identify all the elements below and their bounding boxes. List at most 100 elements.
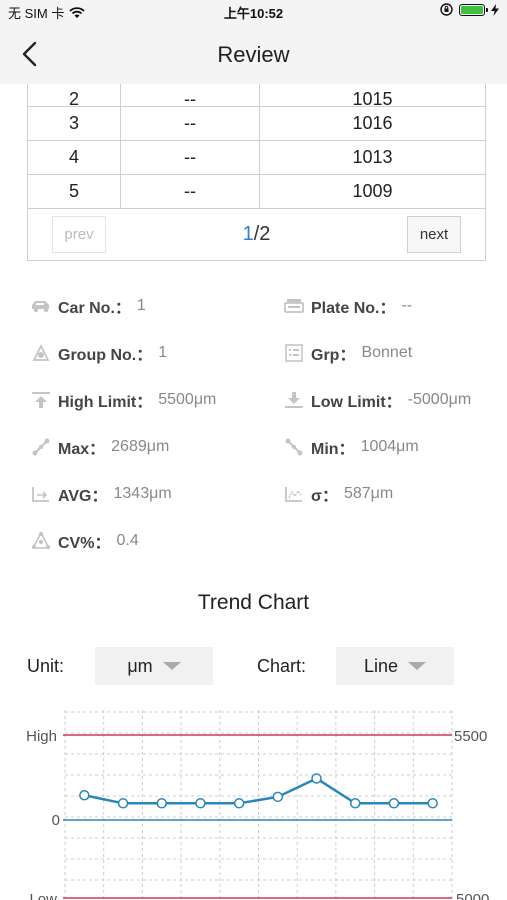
data-point <box>156 798 167 809</box>
plate-icon <box>284 299 304 313</box>
table-cell-plate: -- <box>120 84 260 107</box>
battery-icon <box>459 3 488 16</box>
max-label: Max： <box>58 441 106 458</box>
sigma-icon <box>285 487 302 502</box>
table-cell-value: 1015 <box>259 84 486 107</box>
chevron-down-icon <box>162 662 181 670</box>
info-cv: CV%： 0.4 <box>30 529 139 553</box>
y-label-zero: 0 <box>52 812 60 829</box>
data-point <box>117 798 129 809</box>
avg-value: 1343μm <box>113 485 172 502</box>
plate-no-value: -- <box>401 297 413 314</box>
data-point <box>79 790 90 801</box>
trend-chart: High 0 Low 5500 5000 <box>0 700 507 900</box>
high-limit-icon <box>32 392 50 408</box>
table-cell-index: 2 <box>27 84 121 107</box>
charging-icon <box>491 3 499 16</box>
y-label-high: High <box>26 728 57 745</box>
table-cell-plate: -- <box>120 173 260 209</box>
table-cell-index: 4 <box>27 139 121 175</box>
info-car-no: Car No.： 1 <box>30 294 146 318</box>
data-table-container: 2 -- 1015 3 -- 1016 4 -- 1013 5 -- 1009 … <box>27 84 486 261</box>
info-high-limit: High Limit： 5500μm <box>30 388 216 412</box>
table-cell-value: 1009 <box>259 173 486 209</box>
info-plate-no: Plate No.： -- <box>283 294 412 318</box>
cv-icon <box>31 531 51 549</box>
table-row: 4 -- 1013 <box>27 139 486 175</box>
avg-icon <box>32 487 49 502</box>
list-icon <box>285 344 303 362</box>
page-title: Review <box>217 42 290 67</box>
plate-no-label: Plate No.： <box>311 300 396 317</box>
data-table: 2 -- 1015 3 -- 1016 4 -- 1013 5 -- 1009 <box>27 84 486 209</box>
data-point <box>195 798 206 809</box>
y-label-high-value: 5500 <box>454 728 487 745</box>
data-point <box>427 798 438 809</box>
high-limit-label: High Limit： <box>58 394 153 411</box>
unit-select-value: μm <box>127 655 153 676</box>
unit-select[interactable]: μm <box>95 647 213 685</box>
status-bar: 无 SIM 卡 上午10:52 <box>0 0 507 22</box>
y-label-low-value: 5000 <box>456 891 489 900</box>
grp-label: Grp： <box>311 347 356 364</box>
min-icon <box>285 438 303 456</box>
data-point <box>272 791 284 803</box>
chart-type-label: Chart: <box>257 656 307 676</box>
group-no-value: 1 <box>158 344 168 361</box>
y-label-low: Low <box>29 891 57 900</box>
low-limit-icon <box>285 392 303 408</box>
info-grp: Grp： Bonnet <box>283 341 412 365</box>
table-cell-plate: -- <box>120 139 260 175</box>
table-cell-index: 5 <box>27 173 121 209</box>
car-no-label: Car No.： <box>58 300 131 317</box>
table-row: 5 -- 1009 <box>27 173 486 209</box>
cv-value: 0.4 <box>116 532 139 549</box>
pagination: prev 1/2 next <box>27 208 486 261</box>
sigma-value: 587μm <box>343 485 394 502</box>
status-right <box>440 3 499 16</box>
current-page: 1 <box>242 222 254 245</box>
info-avg: AVG： 1343μm <box>30 482 172 506</box>
next-page-button[interactable]: next <box>407 215 461 253</box>
info-group-no: Group No.： 1 <box>30 341 167 365</box>
group-icon <box>32 343 50 361</box>
data-point <box>350 798 361 809</box>
orientation-lock-icon <box>440 3 453 16</box>
table-cell-value: 1013 <box>259 139 486 175</box>
car-icon <box>32 301 49 313</box>
info-sigma: σ： 587μm <box>283 482 393 506</box>
cv-label: CV%： <box>58 535 111 552</box>
info-min: Min： 1004μm <box>283 435 419 459</box>
car-no-value: 1 <box>136 297 146 314</box>
high-limit-value: 5500μm <box>158 391 217 408</box>
low-limit-value: -5000μm <box>407 391 472 408</box>
min-value: 1004μm <box>360 438 419 455</box>
data-point <box>311 773 322 784</box>
grp-value: Bonnet <box>361 344 413 361</box>
data-point <box>388 798 400 809</box>
table-cell-index: 3 <box>27 105 121 141</box>
max-value: 2689μm <box>111 438 170 455</box>
chart-type-select-value: Line <box>363 655 399 676</box>
sigma-label: σ： <box>311 488 338 505</box>
chart-type-select[interactable]: Line <box>336 647 454 685</box>
unit-label: Unit: <box>27 656 65 676</box>
max-icon <box>32 438 50 456</box>
table-cell-value: 1016 <box>259 105 486 141</box>
avg-label: AVG： <box>58 488 108 505</box>
table-row: 3 -- 1016 <box>27 105 486 141</box>
table-row: 2 -- 1015 <box>27 84 486 107</box>
clock: 上午10:52 <box>223 6 284 21</box>
group-no-label: Group No.： <box>58 347 153 364</box>
min-label: Min： <box>311 441 355 458</box>
trend-chart-svg: High 0 Low 5500 5000 <box>26 710 489 900</box>
total-pages: /2 <box>253 222 271 245</box>
info-low-limit: Low Limit： -5000μm <box>283 388 471 412</box>
data-point <box>233 798 245 809</box>
table-cell-plate: -- <box>120 105 260 141</box>
chevron-down-icon <box>408 662 427 670</box>
low-limit-label: Low Limit： <box>311 394 402 411</box>
navigation-bar: Review <box>0 22 507 84</box>
info-max: Max： 2689μm <box>30 435 169 459</box>
trend-chart-title: Trend Chart <box>197 591 310 614</box>
